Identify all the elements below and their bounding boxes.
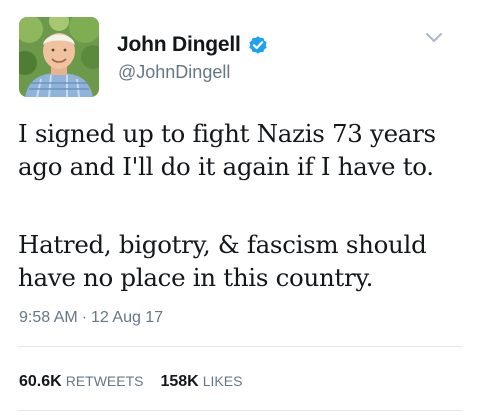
tweet-text: I signed up to fight Nazis 73 years ago …	[18, 117, 468, 294]
tweet-card: John Dingell @JohnDingell I signed up to…	[0, 0, 480, 415]
author-display-name[interactable]: John Dingell	[117, 33, 241, 57]
tweet-text-line: I signed up to fight Nazis 73 years	[18, 119, 436, 148]
tweet-time: 9:58 AM	[19, 309, 78, 326]
tweet-text-line: have no place in this country.	[18, 263, 374, 292]
author-handle[interactable]: @JohnDingell	[118, 62, 230, 83]
tweet-text-line: ago and I'll do it again if I have to.	[18, 152, 434, 181]
avatar[interactable]	[19, 17, 99, 97]
likes-stat[interactable]: 158K LIKES	[160, 373, 242, 391]
author-name-row[interactable]: John Dingell	[117, 31, 269, 59]
engagement-stats: 60.6K RETWEETS 158K LIKES	[19, 373, 259, 391]
timestamp-separator: ·	[81, 309, 88, 326]
retweets-label: RETWEETS	[65, 373, 144, 389]
verified-badge-icon	[247, 34, 269, 56]
likes-label: LIKES	[202, 373, 243, 389]
tweet-date: 12 Aug 17	[91, 309, 164, 326]
retweets-count: 60.6K	[19, 373, 62, 390]
divider	[18, 410, 462, 411]
tweet-text-line: Hatred, bigotry, & fascism should	[18, 230, 427, 259]
likes-count: 158K	[160, 373, 199, 390]
tweet-timestamp[interactable]: 9:58 AM · 12 Aug 17	[19, 309, 163, 327]
divider	[18, 346, 462, 347]
chevron-down-icon[interactable]	[424, 31, 444, 45]
retweets-stat[interactable]: 60.6K RETWEETS	[19, 373, 143, 391]
